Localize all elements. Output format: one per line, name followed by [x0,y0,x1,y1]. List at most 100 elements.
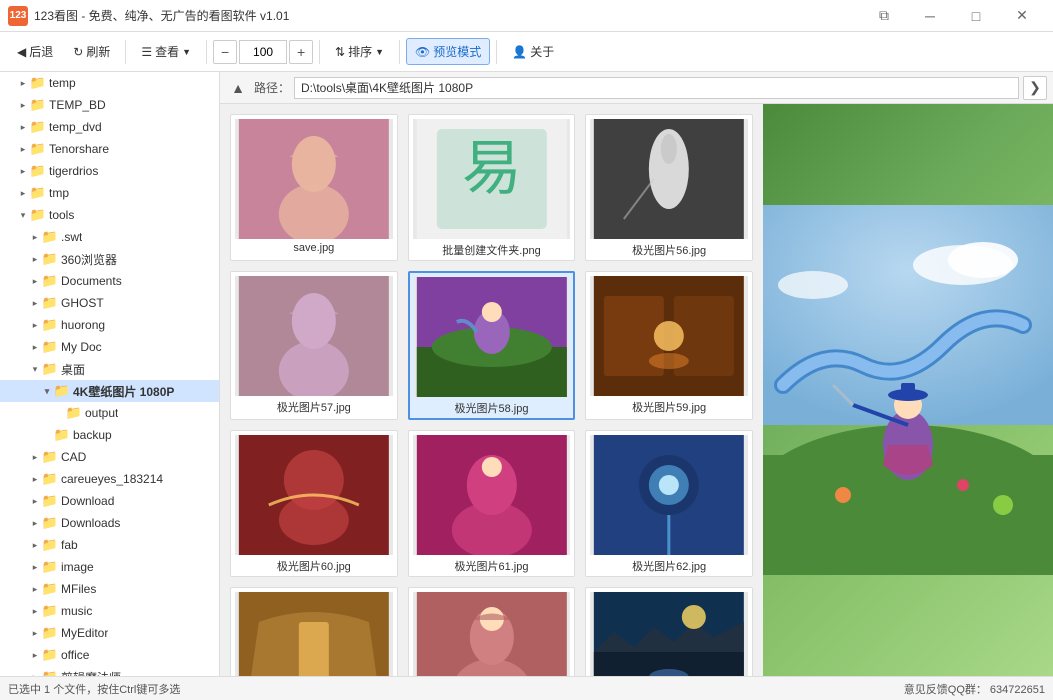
folder-icon: 📁 [42,537,58,553]
sidebar-item[interactable]: ▸📁temp_dvd [0,116,219,138]
preview-image [763,104,1053,676]
image-cell[interactable]: 易 批量创建文件夹.png [408,114,576,261]
sidebar-item[interactable]: ▸📁huorong [0,314,219,336]
tree-item-label: Downloads [61,516,120,530]
tree-item-label: tmp [49,186,69,200]
folder-icon: 📁 [42,581,58,597]
sidebar-item[interactable]: ▾📁桌面 [0,358,219,380]
tree-item-label: Tenorshare [49,142,109,156]
sidebar-item[interactable]: 📁backup [0,424,219,446]
sidebar-item[interactable]: ▸📁.swt [0,226,219,248]
folder-icon: 📁 [42,625,58,641]
sidebar-item[interactable]: ▸📁360浏览器 [0,248,219,270]
image-thumbnail [590,119,748,239]
sidebar-item[interactable]: ▸📁tmp [0,182,219,204]
image-cell[interactable]: 极光图片57.jpg [230,271,398,420]
restore-button[interactable]: ⧉ [861,0,907,32]
tree-item-label: MFiles [61,582,96,596]
tree-item-label: TEMP_BD [49,98,106,112]
sort-button[interactable]: ⇅ 排序 ▼ [326,38,393,65]
app-icon: 123 [8,6,28,26]
refresh-button[interactable]: ↻ 刷新 [64,38,119,65]
sidebar-item[interactable]: ▸📁image [0,556,219,578]
close-button[interactable]: ✕ [999,0,1045,32]
tree-arrow-icon: ▸ [16,98,30,112]
sidebar-item[interactable]: ▸📁MyEditor [0,622,219,644]
folder-icon: 📁 [42,669,58,676]
sidebar-item[interactable]: ▸📁TEMP_BD [0,94,219,116]
image-cell[interactable]: save.jpg [230,114,398,261]
image-cell[interactable]: 极光图片59.jpg [585,271,753,420]
zoom-input[interactable] [239,40,287,64]
preview-mode-button[interactable]: 👁 预览模式 [406,38,490,65]
image-cell[interactable]: 极光图片56.jpg [585,114,753,261]
sidebar-item[interactable]: 📁output [0,402,219,424]
sidebar-item[interactable]: ▸📁Download [0,490,219,512]
folder-icon: 📁 [42,317,58,333]
zoom-in-button[interactable]: + [289,40,313,64]
image-thumbnail [413,435,571,555]
sidebar-item[interactable]: ▸📁tigerdrios [0,160,219,182]
sidebar-item[interactable]: ▸📁My Doc [0,336,219,358]
sidebar-item[interactable]: ▸📁剪辑魔法师 [0,666,219,676]
image-cell[interactable]: 极光图片62.jpg [585,430,753,577]
toolbar: ◀ 后退 ↻ 刷新 ☰ 查看 ▼ − + ⇅ 排序 ▼ 👁 预览模式 👤 关于 [0,32,1053,72]
image-cell[interactable]: 极光图片64.jpg [408,587,576,676]
status-right: 意见反馈QQ群： 634722651 [904,681,1045,697]
tree-arrow-icon: ▸ [28,494,42,508]
tree-arrow-icon: ▾ [40,384,54,398]
image-filename: 极光图片61.jpg [413,558,571,574]
folder-icon: 📁 [54,383,70,399]
image-cell[interactable]: 极光图片61.jpg [408,430,576,577]
image-filename: 极光图片62.jpg [590,558,748,574]
image-cell[interactable]: 极光图片60.jpg [230,430,398,577]
separator [125,40,126,64]
view-button[interactable]: ☰ 查看 ▼ [132,38,200,65]
sidebar-item[interactable]: ▸📁music [0,600,219,622]
path-input[interactable] [294,77,1019,99]
tree-arrow-icon: ▸ [28,340,42,354]
tree-arrow-icon: ▸ [28,538,42,552]
sidebar-item[interactable]: ▸📁GHOST [0,292,219,314]
image-thumbnail [590,435,748,555]
sidebar-item[interactable]: ▾📁tools [0,204,219,226]
sidebar-item[interactable]: ▸📁fab [0,534,219,556]
sidebar-item[interactable]: ▾📁4K壁纸图片 1080P [0,380,219,402]
sidebar-item[interactable]: ▸📁CAD [0,446,219,468]
tree-arrow-icon: ▸ [28,450,42,464]
sidebar-item[interactable]: ▸📁temp [0,72,219,94]
sidebar-item[interactable]: ▸📁Downloads [0,512,219,534]
back-button[interactable]: ◀ 后退 [8,38,62,65]
minimize-button[interactable]: ─ [907,0,953,32]
sidebar-item[interactable]: ▸📁Tenorshare [0,138,219,160]
sidebar-item[interactable]: ▸📁office [0,644,219,666]
image-cell[interactable]: 极光图片58.jpg [408,271,576,420]
folder-icon: 📁 [66,405,82,421]
sort-icon: ⇅ [335,45,345,59]
separator3 [319,40,320,64]
main-area: ▸📁temp▸📁TEMP_BD▸📁temp_dvd▸📁Tenorshare▸📁t… [0,72,1053,676]
folder-icon: 📁 [42,449,58,465]
folder-icon: 📁 [30,141,46,157]
folder-icon: 📁 [42,471,58,487]
image-cell[interactable]: 极光图片63.jpg [230,587,398,676]
go-button[interactable]: ❯ [1023,76,1047,100]
grid-container: save.jpg 易 批量创建文件夹.png 极光图片56.jpg 极光图片57… [220,104,1053,676]
sidebar-item[interactable]: ▸📁careueyes_183214 [0,468,219,490]
nav-up-button[interactable]: ▲ [226,76,250,100]
view-icon: ☰ [141,45,152,59]
folder-icon: 📁 [42,229,58,245]
folder-icon: 📁 [42,559,58,575]
about-button[interactable]: 👤 关于 [503,38,563,65]
tree-arrow-icon: ▸ [28,648,42,662]
preview-panel [763,104,1053,676]
sidebar-item[interactable]: ▸📁MFiles [0,578,219,600]
image-filename: save.jpg [235,242,393,254]
tree-item-label: music [61,604,92,618]
image-cell[interactable]: 极光图片65.jpg [585,587,753,676]
svg-text:易: 易 [461,135,521,202]
zoom-out-button[interactable]: − [213,40,237,64]
tree-item-label: backup [73,428,112,442]
sidebar-item[interactable]: ▸📁Documents [0,270,219,292]
maximize-button[interactable]: □ [953,0,999,32]
